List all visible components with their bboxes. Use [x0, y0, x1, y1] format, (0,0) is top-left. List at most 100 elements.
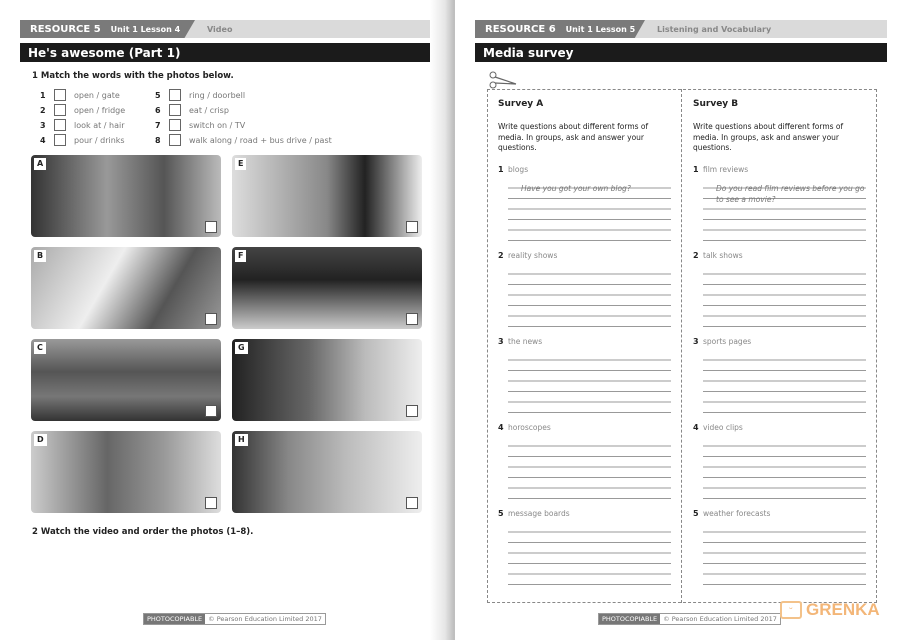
question-number: 2 — [498, 251, 504, 260]
order-box[interactable] — [406, 405, 418, 417]
answer-lines[interactable] — [703, 436, 866, 502]
answer-checkbox[interactable] — [169, 134, 181, 146]
question-topic: reality shows — [508, 251, 558, 260]
answer-checkbox[interactable] — [169, 89, 181, 101]
photo-a: A — [31, 155, 221, 237]
order-box[interactable] — [406, 497, 418, 509]
question-topic: film reviews — [703, 165, 749, 174]
item-text: eat / crisp — [189, 105, 229, 115]
photo-label: E — [235, 158, 247, 170]
question-topic: message boards — [508, 509, 570, 518]
question-number: 2 — [693, 251, 699, 260]
answer-checkbox[interactable] — [54, 134, 66, 146]
survey-question: 2 reality shows — [498, 251, 673, 331]
match-item: 5 ring / doorbell — [155, 89, 245, 101]
answer-checkbox[interactable] — [54, 89, 66, 101]
survey-question: 3 the news — [498, 337, 673, 417]
watermark-logo: ᵕ GRENKA — [780, 600, 880, 620]
scissors-icon — [489, 71, 517, 89]
photocopiable-label: PHOTOCOPIABLE — [144, 614, 206, 624]
answer-lines[interactable] — [508, 522, 671, 588]
survey-title: Survey B — [693, 99, 739, 109]
match-item: 6 eat / crisp — [155, 104, 229, 116]
question-topic: blogs — [508, 165, 529, 174]
item-text: look at / hair — [74, 120, 125, 130]
survey-question: 5 message boards — [498, 509, 673, 589]
item-number: 4 — [40, 135, 46, 145]
photo-e: E — [232, 155, 422, 237]
survey-question: 1 film reviews Do you read film reviews be… — [693, 165, 868, 245]
question-topic: the news — [508, 337, 543, 346]
page-title: Media survey — [475, 43, 887, 62]
photo-label: F — [235, 250, 247, 262]
copyright: © Pearson Education Limited 2017 — [208, 615, 322, 623]
survey-question: 2 talk shows — [693, 251, 868, 331]
copyright: © Pearson Education Limited 2017 — [663, 615, 777, 623]
question-number: 5 — [693, 509, 699, 518]
photo-d: D — [31, 431, 221, 513]
item-text: switch on / TV — [189, 120, 246, 130]
question-number: 4 — [693, 423, 699, 432]
photo-f: F — [232, 247, 422, 329]
survey-question: 4 video clips — [693, 423, 868, 503]
photo-c: C — [31, 339, 221, 421]
item-number: 1 — [40, 90, 46, 100]
item-number: 2 — [40, 105, 46, 115]
item-number: 6 — [155, 105, 161, 115]
answer-checkbox[interactable] — [169, 104, 181, 116]
question-topic: sports pages — [703, 337, 752, 346]
order-box[interactable] — [205, 221, 217, 233]
photo-label: C — [34, 342, 46, 354]
footer: PHOTOCOPIABLE © Pearson Education Limited… — [143, 613, 326, 625]
example-answer: Have you got your own blog? — [521, 184, 631, 193]
answer-lines[interactable] — [508, 264, 671, 330]
question-topic: talk shows — [703, 251, 743, 260]
page-title: He's awesome (Part 1) — [20, 43, 432, 62]
item-text: pour / drinks — [74, 135, 125, 145]
section-label: Video — [207, 24, 233, 34]
answer-lines[interactable] — [508, 436, 671, 502]
order-box[interactable] — [205, 313, 217, 325]
survey-instruction: Write questions about different forms of… — [498, 122, 649, 152]
survey-title: Survey A — [498, 99, 544, 109]
answer-checkbox[interactable] — [169, 119, 181, 131]
photo-g: G — [232, 339, 422, 421]
answer-checkbox[interactable] — [54, 119, 66, 131]
watermark-text: GRENKA — [806, 600, 880, 619]
answer-lines[interactable]: Do you read film reviews before you go t… — [703, 178, 866, 244]
order-box[interactable] — [205, 497, 217, 509]
right-page: RESOURCE 6 Unit 1 Lesson 5 Listening and … — [455, 0, 909, 640]
order-box[interactable] — [406, 221, 418, 233]
question-2: 2 Watch the video and order the photos (… — [32, 527, 254, 537]
match-item: 7 switch on / TV — [155, 119, 245, 131]
order-box[interactable] — [406, 313, 418, 325]
order-box[interactable] — [205, 405, 217, 417]
question-topic: video clips — [703, 423, 743, 432]
item-text: open / gate — [74, 90, 120, 100]
match-item: 3 look at / hair — [40, 119, 125, 131]
cut-line-divider — [681, 89, 682, 603]
question-1: 1 Match the words with the photos below. — [32, 71, 234, 81]
answer-lines[interactable] — [703, 264, 866, 330]
answer-lines[interactable]: Have you got your own blog? — [508, 178, 671, 244]
answer-lines[interactable] — [703, 350, 866, 416]
answer-lines[interactable] — [508, 350, 671, 416]
photo-b: B — [31, 247, 221, 329]
resource-header: RESOURCE 5 Unit 1 Lesson 4 Video — [20, 20, 432, 38]
match-item: 1 open / gate — [40, 89, 120, 101]
photo-label: A — [34, 158, 47, 170]
answer-lines[interactable] — [703, 522, 866, 588]
photo-h: H — [232, 431, 422, 513]
item-number: 8 — [155, 135, 161, 145]
answer-checkbox[interactable] — [54, 104, 66, 116]
section-label: Listening and Vocabulary — [657, 24, 772, 34]
question-number: 3 — [693, 337, 699, 346]
question-number: 1 — [693, 165, 699, 174]
photo-label: G — [235, 342, 248, 354]
resource-header: RESOURCE 6 Unit 1 Lesson 5 Listening and … — [475, 20, 887, 38]
left-page: RESOURCE 5 Unit 1 Lesson 4 Video He's awe… — [0, 0, 446, 640]
face-icon: ᵕ — [780, 601, 802, 619]
unit-lesson: Unit 1 Lesson 5 — [565, 24, 636, 34]
question-number: 3 — [498, 337, 504, 346]
photo-label: B — [34, 250, 47, 262]
